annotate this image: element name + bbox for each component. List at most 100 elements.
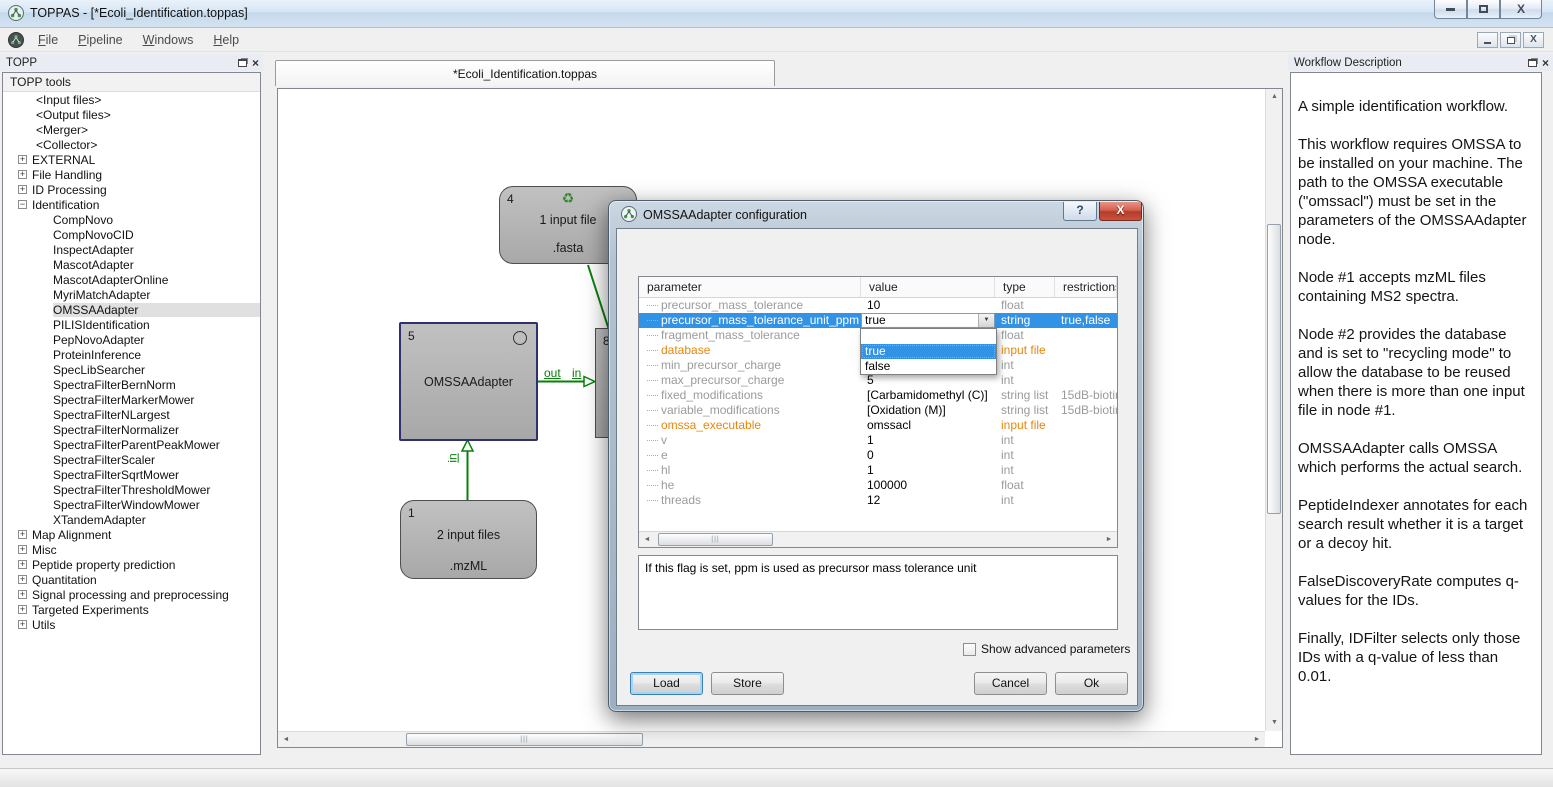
param-row-threads[interactable]: threads12int — [639, 493, 1117, 508]
scroll-right-icon[interactable]: ► — [1103, 532, 1115, 547]
minimize-button[interactable] — [1434, 0, 1467, 19]
tab-ecoli-identification[interactable]: *Ecoli_Identification.toppas — [275, 60, 775, 86]
scroll-up-icon[interactable]: ▲ — [1266, 89, 1283, 105]
tree-item-pepnovoadapter[interactable]: PepNovoAdapter — [3, 332, 260, 347]
menu-file[interactable]: File — [28, 30, 68, 50]
combo-option-true[interactable]: true — [861, 344, 996, 359]
tree-item-misc[interactable]: +Misc — [3, 542, 260, 557]
node-omssaadapter[interactable]: 5 OMSSAAdapter — [399, 322, 538, 441]
tree-item-compnovocid[interactable]: CompNovoCID — [3, 227, 260, 242]
dialog-close-button[interactable]: X — [1099, 202, 1142, 221]
tree-item--merger-[interactable]: <Merger> — [3, 122, 260, 137]
tree-item-mascotadapteronline[interactable]: MascotAdapterOnline — [3, 272, 260, 287]
tree-item--collector-[interactable]: <Collector> — [3, 137, 260, 152]
param-row-precursor_mass_tolerance[interactable]: precursor_mass_tolerance10float — [639, 298, 1117, 313]
param-row-precursor_mass_tolerance_unit_ppm[interactable]: precursor_mass_tolerance_unit_ppmtrue▼st… — [639, 313, 1117, 328]
param-row-fixed_modifications[interactable]: fixed_modifications[Carbamidomethyl (C)]… — [639, 388, 1117, 403]
scrollbar-thumb[interactable]: ||| — [406, 733, 643, 746]
table-horizontal-scrollbar[interactable]: ◄ ► ||| — [639, 531, 1117, 547]
expand-icon[interactable]: + — [18, 545, 27, 554]
expand-icon[interactable]: + — [18, 170, 27, 179]
expand-icon[interactable]: + — [18, 605, 27, 614]
tree-item-id-processing[interactable]: +ID Processing — [3, 182, 260, 197]
column-header-parameter[interactable]: parameter — [639, 277, 861, 297]
menu-help[interactable]: Help — [203, 30, 249, 50]
store-button[interactable]: Store — [711, 672, 784, 695]
canvas-horizontal-scrollbar[interactable]: ◄ ► ||| — [278, 731, 1265, 747]
scrollbar-thumb[interactable]: ||| — [658, 533, 773, 546]
load-button[interactable]: Load — [630, 672, 703, 695]
tree-item-spectrafilternlargest[interactable]: SpectraFilterNLargest — [3, 407, 260, 422]
tree-item-spectrafilternormalizer[interactable]: SpectraFilterNormalizer — [3, 422, 260, 437]
cancel-button[interactable]: Cancel — [974, 672, 1047, 695]
dock-close-button[interactable]: × — [1542, 58, 1549, 68]
expand-icon[interactable]: + — [18, 560, 27, 569]
canvas-vertical-scrollbar[interactable]: ▲ ▼ — [1265, 89, 1282, 731]
tree-item-map-alignment[interactable]: +Map Alignment — [3, 527, 260, 542]
dialog-help-button[interactable]: ? — [1063, 202, 1097, 221]
expand-icon[interactable]: + — [18, 590, 27, 599]
tree-item-inspectadapter[interactable]: InspectAdapter — [3, 242, 260, 257]
param-row-v[interactable]: v1int — [639, 433, 1117, 448]
tree-item-peptide-property-prediction[interactable]: +Peptide property prediction — [3, 557, 260, 572]
dock-float-button[interactable] — [238, 59, 247, 67]
tree-item-file-handling[interactable]: +File Handling — [3, 167, 260, 182]
expand-icon[interactable]: + — [18, 185, 27, 194]
combo-option-blank[interactable] — [861, 329, 996, 344]
tree-item-signal-processing-and-preprocessing[interactable]: +Signal processing and preprocessing — [3, 587, 260, 602]
title-bar[interactable]: TOPPAS - [*Ecoli_Identification.toppas] … — [0, 0, 1553, 28]
scroll-right-icon[interactable]: ► — [1251, 732, 1263, 747]
column-header-value[interactable]: value — [861, 277, 995, 297]
maximize-button[interactable] — [1467, 0, 1500, 19]
tree-item-spectrafilterwindowmower[interactable]: SpectraFilterWindowMower — [3, 497, 260, 512]
tree-item-utils[interactable]: +Utils — [3, 617, 260, 632]
tree-item-myrimatchadapter[interactable]: MyriMatchAdapter — [3, 287, 260, 302]
scroll-left-icon[interactable]: ◄ — [641, 532, 653, 547]
node-input-mzml[interactable]: 1 2 input files .mzML — [400, 500, 537, 579]
tree-item-spectrafiltermarkermower[interactable]: SpectraFilterMarkerMower — [3, 392, 260, 407]
dock-close-button[interactable]: × — [252, 58, 259, 68]
tree-item-proteininference[interactable]: ProteinInference — [3, 347, 260, 362]
param-row-variable_modifications[interactable]: variable_modifications[Oxidation (M)]str… — [639, 403, 1117, 418]
show-advanced-checkbox[interactable] — [963, 643, 976, 656]
scrollbar-thumb[interactable] — [1267, 224, 1281, 514]
scroll-left-icon[interactable]: ◄ — [280, 732, 292, 747]
value-combobox[interactable]: true▼ — [861, 313, 995, 328]
chevron-down-icon[interactable]: ▼ — [978, 314, 994, 327]
parameter-table[interactable]: parametervaluetyperestrictions precursor… — [638, 276, 1118, 548]
collapse-icon[interactable]: − — [18, 200, 27, 209]
mdi-restore-button[interactable] — [1500, 32, 1521, 48]
tree-item-omssaadapter[interactable]: OMSSAAdapter — [3, 302, 260, 317]
tree-item-quantitation[interactable]: +Quantitation — [3, 572, 260, 587]
tree-item-identification[interactable]: −Identification — [3, 197, 260, 212]
combo-option-false[interactable]: false — [861, 359, 996, 374]
expand-icon[interactable]: + — [18, 620, 27, 629]
menu-pipeline[interactable]: Pipeline — [68, 30, 132, 50]
tree-item-compnovo[interactable]: CompNovo — [3, 212, 260, 227]
param-row-he[interactable]: he100000float — [639, 478, 1117, 493]
tree-item-spectrafilterparentpeakmower[interactable]: SpectraFilterParentPeakMower — [3, 437, 260, 452]
tree-item-spectrafilterthresholdmower[interactable]: SpectraFilterThresholdMower — [3, 482, 260, 497]
expand-icon[interactable]: + — [18, 530, 27, 539]
expand-icon[interactable]: + — [18, 155, 27, 164]
tree-item-spectrafilterbernnorm[interactable]: SpectraFilterBernNorm — [3, 377, 260, 392]
tree-item-spectrafiltersqrtmower[interactable]: SpectraFilterSqrtMower — [3, 467, 260, 482]
tree-item-spectrafilterscaler[interactable]: SpectraFilterScaler — [3, 452, 260, 467]
column-header-type[interactable]: type — [995, 277, 1055, 297]
column-header-restrictions[interactable]: restrictions — [1055, 277, 1117, 297]
scroll-down-icon[interactable]: ▼ — [1266, 715, 1283, 731]
tree-item--output-files-[interactable]: <Output files> — [3, 107, 260, 122]
param-row-omssa_executable[interactable]: omssa_executableomssaclinput file — [639, 418, 1117, 433]
tree-item-pilisidentification[interactable]: PILISIdentification — [3, 317, 260, 332]
param-row-e[interactable]: e0int — [639, 448, 1117, 463]
menu-windows[interactable]: Windows — [133, 30, 204, 50]
tree-item-targeted-experiments[interactable]: +Targeted Experiments — [3, 602, 260, 617]
expand-icon[interactable]: + — [18, 575, 27, 584]
ok-button[interactable]: Ok — [1055, 672, 1128, 695]
tree-item--input-files-[interactable]: <Input files> — [3, 92, 260, 107]
param-row-max_precursor_charge[interactable]: max_precursor_charge5int — [639, 373, 1117, 388]
tree-item-speclibsearcher[interactable]: SpecLibSearcher — [3, 362, 260, 377]
mdi-minimize-button[interactable] — [1477, 32, 1498, 48]
close-button[interactable]: X — [1500, 0, 1542, 19]
dock-float-button[interactable] — [1528, 59, 1537, 67]
